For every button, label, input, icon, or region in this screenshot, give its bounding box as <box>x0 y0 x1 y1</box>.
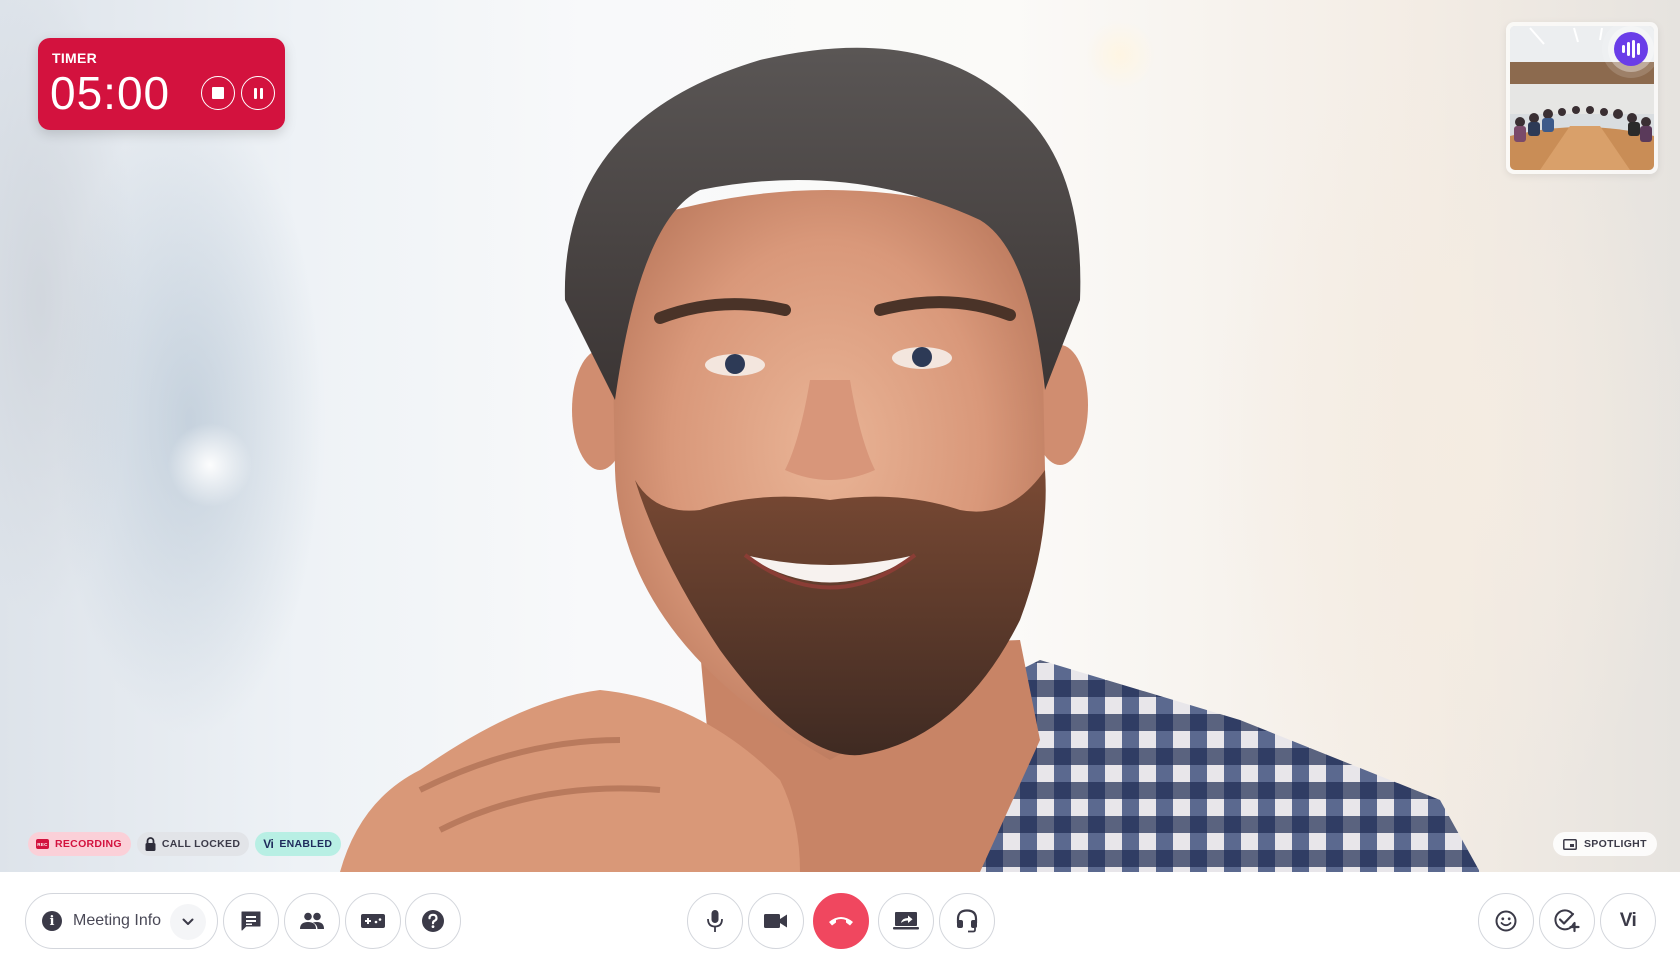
spotlight-button[interactable]: SPOTLIGHT <box>1553 832 1657 856</box>
microphone-button[interactable] <box>687 893 743 949</box>
share-screen-button[interactable] <box>878 893 934 949</box>
spotlight-icon <box>1563 838 1577 850</box>
rec-icon: REC <box>36 839 49 849</box>
participant-video <box>340 47 1480 872</box>
participant-thumbnail[interactable] <box>1506 22 1658 174</box>
vi-assistant-button[interactable]: Vi <box>1600 893 1656 949</box>
chat-button[interactable] <box>223 893 279 949</box>
call-locked-label: CALL LOCKED <box>161 838 241 850</box>
meeting-info-label: Meeting Info <box>73 912 162 929</box>
timer-widget: TIMER 05:00 <box>38 38 285 130</box>
emoji-icon <box>1495 910 1517 932</box>
video-call-screen: TIMER 05:00 REC RECORDING CALL LOCKED Vi… <box>0 0 1680 970</box>
vi-enabled-badge: Vi ENABLED <box>255 832 342 856</box>
timer-pause-button[interactable] <box>241 76 275 110</box>
help-button[interactable] <box>405 893 461 949</box>
share-screen-icon <box>893 912 919 930</box>
help-icon <box>422 910 444 932</box>
info-icon: i <box>42 911 62 931</box>
timer-value: 05:00 <box>50 67 171 119</box>
phone-hangup-icon <box>829 917 853 926</box>
thumbnail-video <box>1510 26 1654 170</box>
participants-button[interactable] <box>284 893 340 949</box>
meeting-info-dropdown[interactable] <box>170 904 206 940</box>
headset-icon <box>956 909 978 933</box>
call-locked-badge: CALL LOCKED <box>136 832 250 856</box>
spotlight-label: SPOTLIGHT <box>1584 838 1647 850</box>
vi-logo: Vi <box>263 837 274 851</box>
meeting-info-button[interactable]: i Meeting Info <box>25 893 218 949</box>
add-task-button[interactable] <box>1539 893 1595 949</box>
task-add-icon <box>1554 909 1580 933</box>
camera-button[interactable] <box>748 893 804 949</box>
audio-waves-icon <box>1614 32 1648 66</box>
chat-icon <box>241 911 261 931</box>
main-video-feed: TIMER 05:00 REC RECORDING CALL LOCKED Vi… <box>0 0 1680 872</box>
status-badges: REC RECORDING CALL LOCKED Vi ENABLED <box>28 832 342 856</box>
end-call-button[interactable] <box>813 893 869 949</box>
microphone-icon <box>707 910 723 932</box>
timer-label: TIMER <box>52 50 98 66</box>
audio-settings-button[interactable] <box>939 893 995 949</box>
camera-icon <box>764 914 787 928</box>
reactions-button[interactable] <box>1478 893 1534 949</box>
gamepad-icon <box>361 914 385 928</box>
chevron-down-icon <box>182 918 194 925</box>
vi-logo: Vi <box>1619 910 1637 931</box>
lock-icon <box>145 837 156 851</box>
recording-badge: REC RECORDING <box>28 832 131 856</box>
pause-icon <box>253 87 263 99</box>
recording-label: RECORDING <box>55 838 122 850</box>
timer-stop-button[interactable] <box>201 76 235 110</box>
stop-icon <box>212 87 224 99</box>
participants-icon <box>300 912 324 929</box>
call-control-bar: i Meeting Info Vi <box>0 872 1680 970</box>
vi-enabled-label: ENABLED <box>279 838 333 850</box>
games-button[interactable] <box>345 893 401 949</box>
